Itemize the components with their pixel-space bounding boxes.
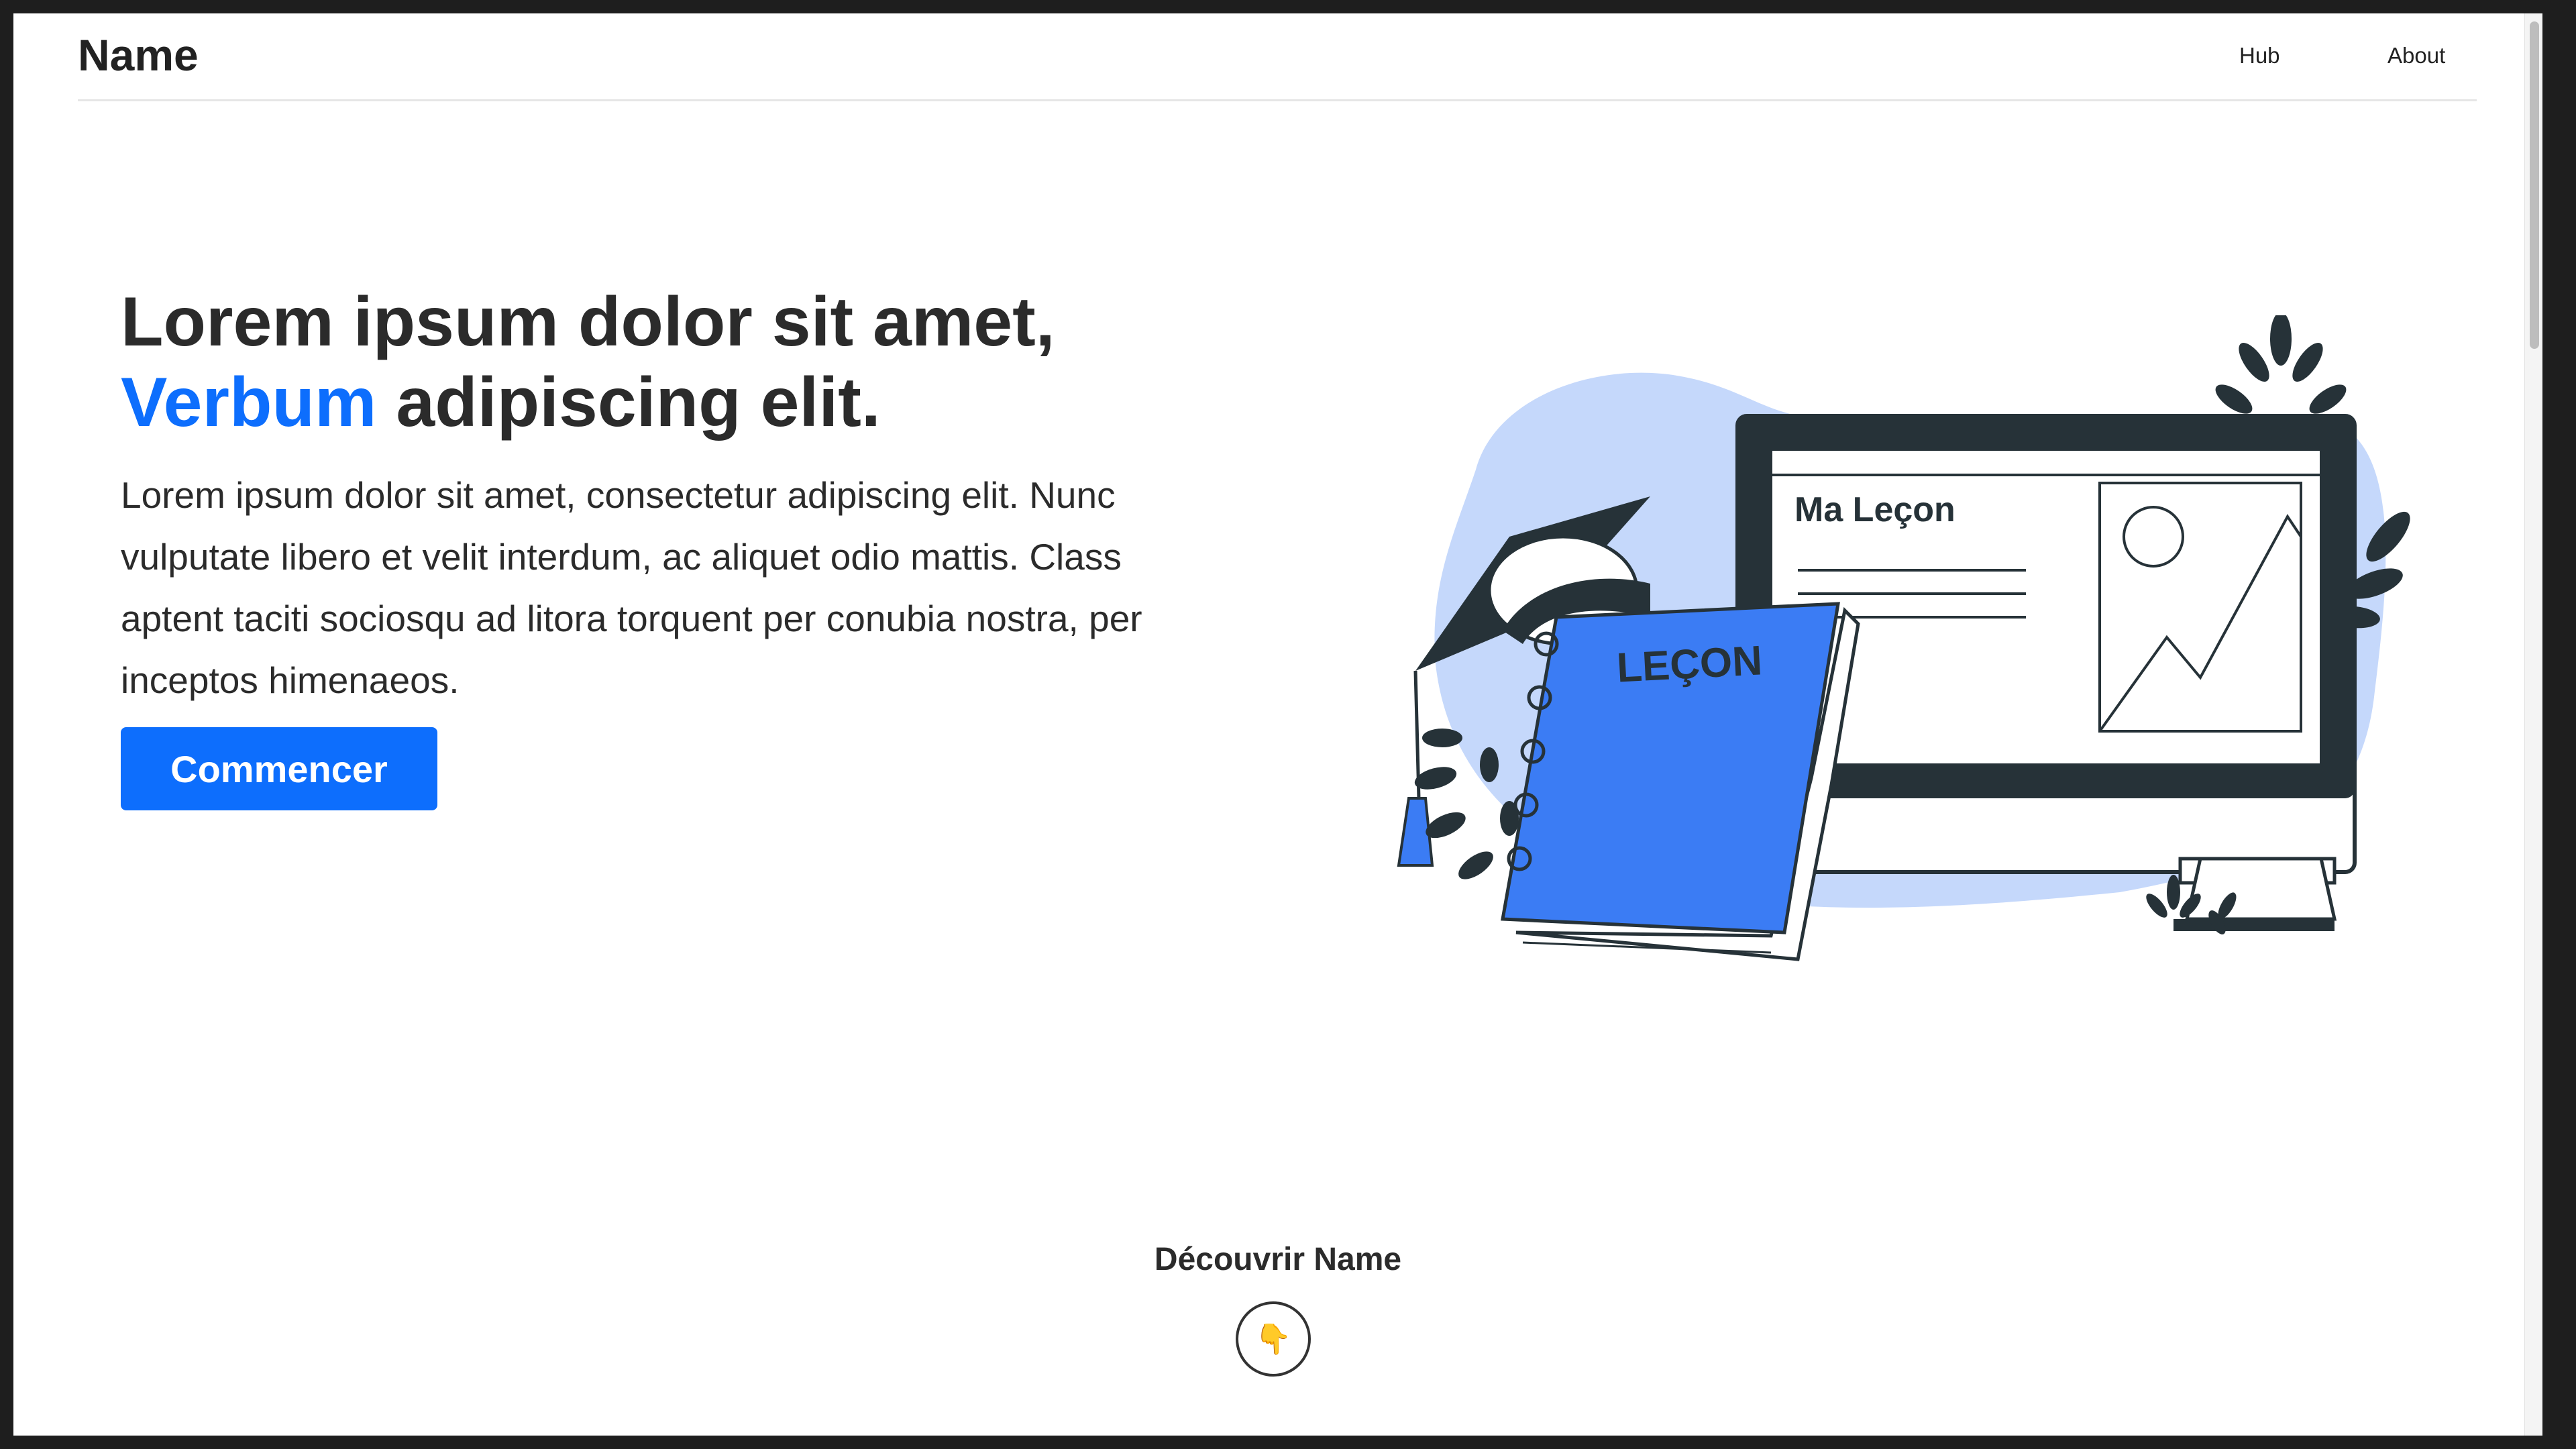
hero-title-accent: Verbum <box>121 364 377 441</box>
hero-title-line1: Lorem ipsum dolor sit amet, <box>121 283 1055 361</box>
leaves-top-right <box>2215 315 2347 414</box>
scroll-down-button[interactable]: 👇 <box>1236 1301 1311 1377</box>
hero-title-line2: adipiscing elit. <box>396 364 881 441</box>
browser-viewport: Name Hub About Lorem ipsum dolor sit ame… <box>13 13 2542 1436</box>
hero-description: Lorem ipsum dolor sit amet, consectetur … <box>121 474 1142 701</box>
brand-logo[interactable]: Name <box>78 30 199 80</box>
discover-label: Découvrir Name <box>1154 1242 1402 1277</box>
vertical-scrollbar[interactable] <box>2524 13 2542 1436</box>
scrollbar-thumb[interactable] <box>2530 21 2539 349</box>
nav-link-about[interactable]: About <box>2387 43 2445 68</box>
pointing-down-icon: 👇 <box>1254 1322 1292 1356</box>
navbar: Name Hub About <box>78 13 2477 101</box>
book-title: LEÇON <box>1615 637 1764 692</box>
screen-title: Ma Leçon <box>1794 490 1955 529</box>
start-button[interactable]: Commencer <box>121 727 437 810</box>
lesson-illustration <box>1397 315 2410 961</box>
hero-title: Lorem ipsum dolor sit amet, Verbum adipi… <box>121 282 1261 443</box>
nav-link-hub[interactable]: Hub <box>2239 43 2280 68</box>
